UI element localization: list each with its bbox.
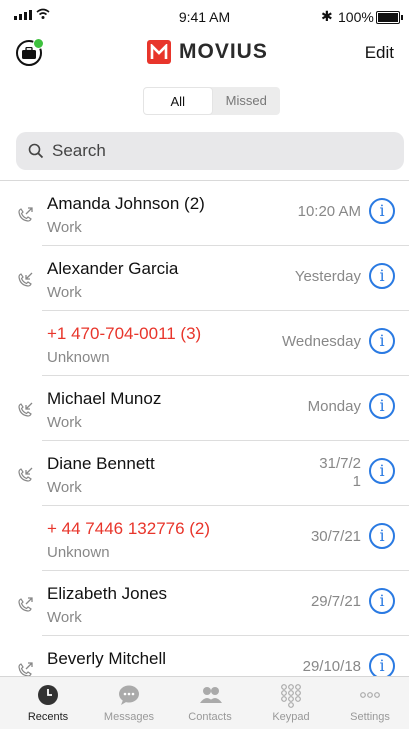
call-row[interactable]: Elizabeth Jones Work 29/7/21 i (0, 571, 409, 636)
call-name: Amanda Johnson (2) (47, 194, 205, 213)
search-input[interactable] (50, 140, 374, 162)
filter-missed-tab[interactable]: Missed (213, 87, 281, 115)
presence-dot (33, 38, 44, 49)
call-row[interactable]: + 44 7446 132776 (2) Unknown 30/7/21 i (0, 506, 409, 571)
tab-bar: Recents Messages Contacts Keypad Setting… (0, 676, 409, 729)
call-date: 29/10/18 (302, 658, 361, 675)
battery-percent: 100% (338, 9, 374, 25)
call-type: Work (47, 609, 82, 626)
search-icon (28, 143, 44, 159)
info-icon[interactable]: i (369, 523, 395, 549)
call-type: Work (47, 414, 82, 431)
info-icon[interactable]: i (369, 393, 395, 419)
call-row[interactable]: Diane Bennett Work 31/7/2 1 i (0, 441, 409, 506)
tab-label: Contacts (188, 711, 232, 723)
call-name: Elizabeth Jones (47, 584, 168, 603)
call-type: Work (47, 219, 82, 236)
incoming-call-icon (16, 401, 34, 423)
incoming-call-icon (16, 466, 34, 488)
call-date: Wednesday (282, 333, 361, 350)
brand-name: MOVIUS (179, 40, 268, 63)
call-row[interactable]: Michael Munoz Work Monday i (0, 376, 409, 441)
status-bar: 9:41 AM ✱ 100% (0, 0, 409, 34)
info-icon[interactable]: i (369, 198, 395, 224)
info-icon[interactable]: i (369, 328, 395, 354)
tab-label: Keypad (272, 711, 310, 723)
search-bar (16, 132, 404, 170)
briefcase-icon[interactable] (16, 38, 44, 66)
call-type: Unknown (47, 349, 110, 366)
call-row[interactable]: Amanda Johnson (2) Work 10:20 AM i (0, 181, 409, 246)
keypad-icon (281, 684, 301, 708)
call-filter-segmented: All Missed (143, 87, 280, 115)
battery-icon (376, 11, 403, 24)
tab-label: Messages (103, 711, 155, 723)
call-name: Alexander Garcia (47, 259, 179, 278)
call-name: Diane Bennett (47, 454, 155, 473)
call-type: Unknown (47, 544, 110, 561)
call-type: Work (47, 479, 82, 496)
call-date: Yesterday (294, 268, 361, 285)
call-date: 10:20 AM (297, 203, 361, 220)
call-date: Monday (307, 398, 361, 415)
call-name: + 44 7446 132776 (2) (47, 519, 211, 538)
bluetooth-icon: ✱ (321, 8, 333, 24)
info-icon[interactable]: i (369, 653, 395, 676)
info-icon[interactable]: i (369, 458, 395, 484)
chat-bubble-icon (119, 685, 139, 705)
info-icon[interactable]: i (369, 263, 395, 289)
call-name: +1 470-704-0011 (3) (47, 324, 202, 343)
recent-calls-list: Amanda Johnson (2) Work 10:20 AM i Alexa… (0, 181, 409, 676)
clock-icon (38, 685, 58, 705)
call-name: Beverly Mitchell (47, 649, 167, 668)
incoming-call-icon (16, 271, 34, 293)
outgoing-call-icon (16, 206, 34, 228)
call-row[interactable]: Alexander Garcia Work Yesterday i (0, 246, 409, 311)
call-name: Michael Munoz (47, 389, 162, 408)
brand-logo: MOVIUS (147, 40, 268, 64)
call-row[interactable]: +1 470-704-0011 (3) Unknown Wednesday i (0, 311, 409, 376)
app-header: MOVIUS Edit (0, 34, 409, 78)
outgoing-call-icon (16, 661, 34, 676)
movius-logo-icon (147, 40, 171, 64)
tab-label: Recents (27, 711, 69, 723)
call-type: Work (47, 284, 82, 301)
call-date: 30/7/21 (310, 528, 361, 545)
call-row[interactable]: Beverly Mitchell Work 29/10/18 i (0, 636, 409, 676)
edit-button[interactable]: Edit (365, 43, 394, 63)
tab-label: Settings (350, 711, 390, 723)
filter-all-tab[interactable]: All (143, 87, 213, 115)
info-icon[interactable]: i (369, 588, 395, 614)
outgoing-call-icon (16, 596, 34, 618)
call-date: 29/7/21 (310, 593, 361, 610)
contacts-icon (200, 687, 222, 703)
more-dots-icon (360, 692, 380, 698)
call-date: 31/7/2 1 (319, 455, 361, 490)
